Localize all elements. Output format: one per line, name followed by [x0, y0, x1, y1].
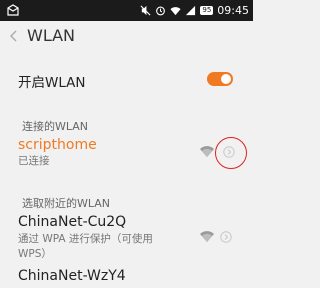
notification-icon — [7, 4, 19, 16]
network-name: ChinaNet-Cu2Q — [18, 214, 127, 230]
wifi-signal-icon — [200, 146, 214, 157]
alarm-icon — [156, 6, 166, 16]
title-bar: WLAN — [0, 21, 253, 51]
nearby-network-row[interactable]: ChinaNet-WzY4 — [0, 268, 253, 288]
nearby-network-row[interactable]: ChinaNet-Cu2Q 通过 WPA 进行保护（可使用 WPS） — [0, 214, 253, 264]
network-security-detail: 通过 WPA 进行保护（可使用 WPS） — [18, 233, 153, 260]
network-name: scripthome — [18, 137, 97, 153]
toggle-knob — [221, 74, 231, 84]
page-title: WLAN — [27, 26, 76, 45]
annotation-circle — [215, 137, 247, 169]
wifi-status-icon — [170, 7, 181, 16]
network-name: ChinaNet-WzY4 — [18, 268, 126, 284]
clock: 09:45 — [217, 4, 249, 17]
wlan-toggle-label: 开启WLAN — [18, 75, 86, 91]
signal-icon — [186, 5, 196, 16]
mute-icon — [140, 5, 151, 16]
battery-icon: 95 — [200, 6, 214, 15]
network-status: 已连接 — [18, 155, 50, 167]
back-chevron-icon[interactable] — [9, 30, 19, 42]
status-bar: 95 09:45 — [0, 0, 253, 21]
wlan-toggle-switch[interactable] — [207, 72, 233, 86]
wifi-signal-icon — [200, 231, 214, 242]
nearby-section-header: 选取附近的WLAN — [22, 197, 111, 210]
wlan-toggle-row[interactable]: 开启WLAN — [0, 61, 253, 97]
connected-section-header: 连接的WLAN — [22, 120, 89, 133]
network-details-icon[interactable] — [220, 231, 232, 243]
